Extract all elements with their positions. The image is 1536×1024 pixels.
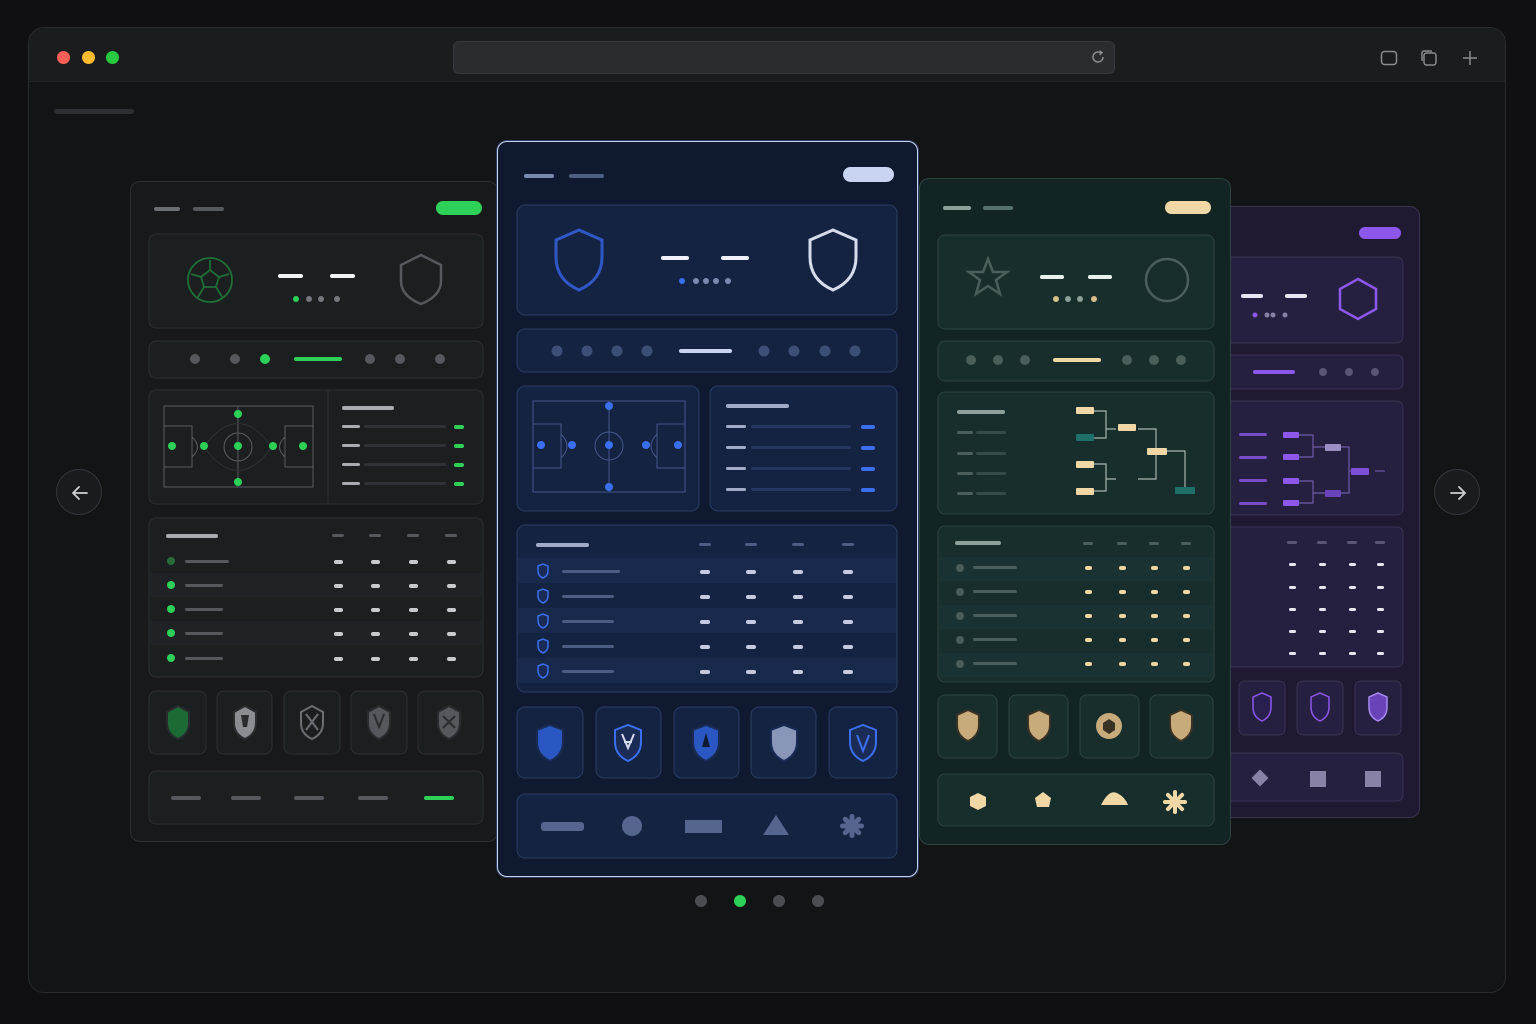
- reload-icon[interactable]: [1090, 49, 1106, 65]
- theme-card-green[interactable]: [130, 181, 498, 842]
- carousel-dot-3[interactable]: [773, 895, 785, 907]
- carousel-dot-2[interactable]: [734, 895, 746, 907]
- crest-row: [148, 690, 484, 755]
- theme-card-blue[interactable]: [497, 141, 918, 877]
- maximize-window-button[interactable]: [106, 51, 119, 64]
- breadcrumb-placeholder: [54, 109, 134, 114]
- carousel-dot-4[interactable]: [812, 895, 824, 907]
- carousel-dot-1[interactable]: [695, 895, 707, 907]
- theme-card-teal-gold[interactable]: [919, 178, 1231, 845]
- new-tab-icon[interactable]: [1460, 48, 1480, 68]
- theme-card-purple[interactable]: [1208, 206, 1420, 818]
- carousel-next-button[interactable]: [1434, 469, 1480, 515]
- arrow-left-icon: [72, 486, 88, 500]
- close-window-button[interactable]: [57, 51, 70, 64]
- arrow-right-icon: [1450, 486, 1466, 500]
- address-bar[interactable]: [453, 41, 1115, 74]
- tabs-icon[interactable]: [1419, 48, 1439, 68]
- crest-row: [1238, 680, 1402, 736]
- carousel-prev-button[interactable]: [56, 469, 102, 515]
- minimize-window-button[interactable]: [82, 51, 95, 64]
- title-bar: [29, 28, 1505, 82]
- sidebar-icon[interactable]: [1379, 48, 1399, 68]
- crest-row: [937, 694, 1214, 759]
- standings-rows: [939, 557, 1213, 677]
- crest-row: [516, 706, 898, 779]
- table-rows: [518, 558, 896, 683]
